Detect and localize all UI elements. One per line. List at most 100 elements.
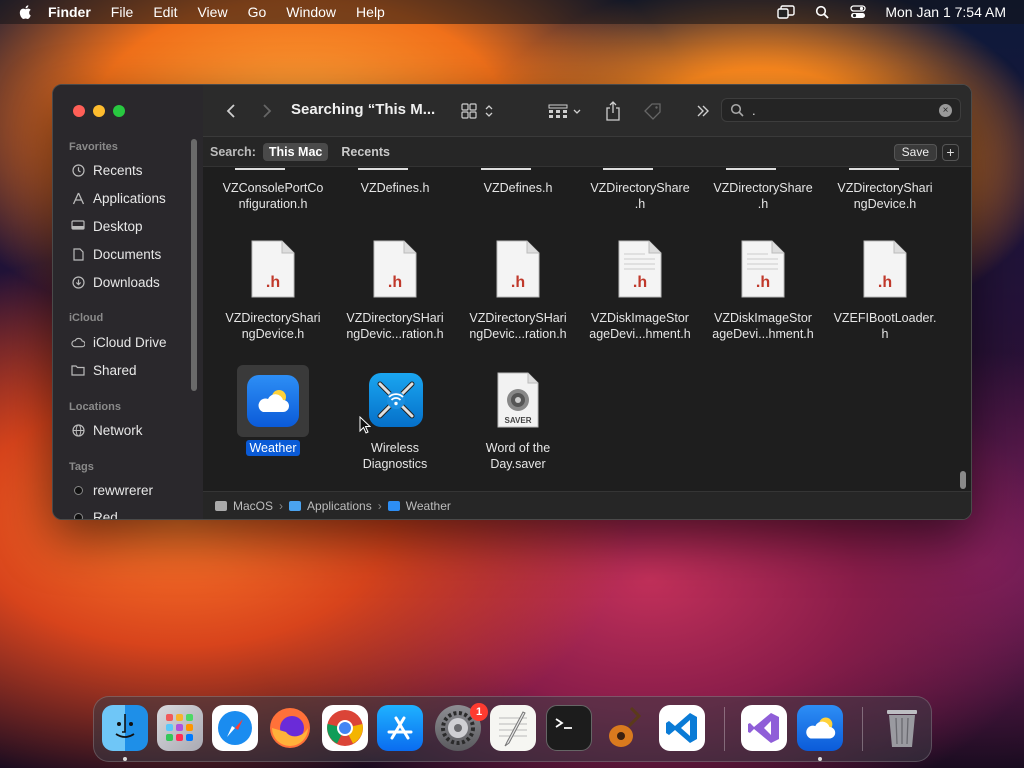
file-item[interactable]: VZConsolePortCo nfiguration.h	[213, 180, 333, 212]
menu-help[interactable]: Help	[356, 4, 385, 20]
share-button[interactable]	[601, 99, 625, 123]
dock-chrome-icon[interactable]	[322, 705, 368, 751]
forward-button[interactable]	[257, 99, 277, 123]
file-icon-partial	[235, 168, 285, 170]
sidebar-item-shared[interactable]: Shared	[71, 359, 137, 381]
view-mode-button[interactable]	[458, 99, 498, 123]
menu-file[interactable]: File	[111, 4, 134, 20]
minimize-button[interactable]	[93, 105, 105, 117]
sidebar-item-recents[interactable]: Recents	[71, 159, 143, 181]
dock-garageband-icon[interactable]	[602, 705, 648, 751]
vertical-scrollbar[interactable]	[959, 169, 967, 491]
tag-icon	[644, 103, 661, 120]
dock-visual-studio-icon[interactable]	[741, 705, 787, 751]
folder-icon	[289, 500, 302, 511]
search-input[interactable]: .	[752, 103, 756, 118]
chevron-left-icon	[226, 104, 235, 118]
file-item[interactable]: VZEFIBootLoader. h	[825, 310, 945, 342]
dock-trash-icon[interactable]	[879, 705, 925, 751]
sidebar-item-network[interactable]: Network	[71, 419, 143, 441]
sidebar-tag-red[interactable]: Red	[71, 506, 118, 519]
dock-divider	[724, 707, 725, 751]
running-indicator	[123, 757, 127, 761]
sidebar-tag-rewwrerer[interactable]: rewwrerer	[71, 479, 153, 501]
sidebar-item-applications[interactable]: Applications	[71, 187, 166, 209]
menu-edit[interactable]: Edit	[153, 4, 177, 20]
file-item[interactable]: VZDirectorySHari ngDevic...ration.h	[458, 310, 578, 342]
sidebar-item-label: Recents	[93, 162, 143, 178]
file-icon-partial	[358, 168, 408, 170]
close-button[interactable]	[73, 105, 85, 117]
clear-search-icon[interactable]: ×	[939, 104, 952, 117]
menu-view[interactable]: View	[197, 4, 227, 20]
dock-safari-icon[interactable]	[212, 705, 258, 751]
file-item[interactable]: VZDiskImageStor ageDevi...hment.h	[703, 310, 823, 342]
tags-button[interactable]	[641, 99, 665, 123]
sidebar-item-downloads[interactable]: Downloads	[71, 271, 160, 293]
path-segment[interactable]: Applications	[307, 499, 372, 513]
sidebar-item-icloud-drive[interactable]: iCloud Drive	[71, 331, 167, 353]
file-item[interactable]: VZDefines.h	[335, 180, 455, 196]
save-search-button[interactable]: Save	[893, 144, 937, 161]
file-item[interactable]: VZDirectoryShare .h	[703, 180, 823, 212]
file-item[interactable]: VZDefines.h	[458, 180, 578, 196]
scroll-thumb[interactable]	[960, 471, 966, 489]
menu-app-name[interactable]: Finder	[48, 4, 91, 20]
dock-terminal-icon[interactable]	[546, 705, 592, 751]
dock-app-store-icon[interactable]	[377, 705, 423, 751]
globe-icon	[71, 423, 85, 437]
sidebar-scrollbar[interactable]	[191, 139, 197, 391]
add-criteria-button[interactable]: +	[942, 144, 959, 161]
file-item[interactable]: VZDiskImageStor ageDevi...hment.h	[580, 310, 700, 342]
dock-vscode-icon[interactable]	[659, 705, 705, 751]
dock: 1	[93, 696, 932, 762]
group-by-button[interactable]	[546, 99, 586, 123]
path-segment[interactable]: MacOS	[233, 499, 273, 513]
scope-recents[interactable]: Recents	[335, 143, 396, 161]
header-file-icon[interactable]: .h	[495, 240, 541, 298]
header-file-icon[interactable]: .h	[740, 240, 786, 298]
file-item-selected[interactable]: Weather	[213, 440, 333, 456]
scope-this-mac[interactable]: This Mac	[262, 142, 329, 161]
control-center-icon[interactable]	[849, 5, 867, 19]
more-toolbar-button[interactable]	[693, 99, 713, 123]
file-item[interactable]: VZDirectorySHari ngDevic...ration.h	[335, 310, 455, 342]
file-item[interactable]: Wireless Diagnostics	[335, 440, 455, 472]
menu-go[interactable]: Go	[248, 4, 267, 20]
dock-textedit-icon[interactable]	[490, 705, 536, 751]
sidebar-item-label: Desktop	[93, 218, 143, 234]
apple-menu-icon[interactable]	[18, 4, 34, 20]
menu-clock[interactable]: Mon Jan 1 7:54 AM	[885, 4, 1006, 20]
sidebar-item-documents[interactable]: Documents	[71, 243, 161, 265]
weather-app-icon[interactable]	[247, 375, 299, 427]
tag-dot-icon	[71, 510, 85, 519]
dock-firefox-icon[interactable]	[267, 705, 313, 751]
menu-window[interactable]: Window	[286, 4, 336, 20]
share-icon	[606, 101, 620, 121]
spotlight-search-icon[interactable]	[813, 5, 831, 19]
search-field[interactable]: . ×	[721, 98, 961, 122]
window-controls	[73, 105, 125, 117]
screensaver-file-icon[interactable]: SAVER	[496, 372, 540, 428]
sidebar-locations-header: Locations	[69, 401, 121, 413]
file-item[interactable]: VZDirectoryShari ngDevice.h	[825, 180, 945, 212]
path-segment[interactable]: Weather	[406, 499, 451, 513]
chevron-double-right-icon	[697, 105, 709, 117]
header-file-icon[interactable]: .h	[372, 240, 418, 298]
screen-mirroring-icon[interactable]	[777, 5, 796, 19]
header-file-icon[interactable]: .h	[250, 240, 296, 298]
file-item[interactable]: VZDirectoryShari ngDevice.h	[213, 310, 333, 342]
sidebar-item-desktop[interactable]: Desktop	[71, 215, 143, 237]
file-ext-label: .h	[265, 274, 281, 291]
back-button[interactable]	[221, 99, 241, 123]
file-item[interactable]: Word of the Day.saver	[458, 440, 578, 472]
window-title: Searching “This M...	[291, 101, 436, 118]
wireless-diagnostics-app-icon[interactable]	[369, 373, 423, 427]
header-file-icon[interactable]: .h	[862, 240, 908, 298]
dock-finder-icon[interactable]	[102, 705, 148, 751]
dock-launchpad-icon[interactable]	[157, 705, 203, 751]
file-item[interactable]: VZDirectoryShare .h	[580, 180, 700, 212]
zoom-button[interactable]	[113, 105, 125, 117]
header-file-icon[interactable]: .h	[617, 240, 663, 298]
dock-weather-icon[interactable]	[797, 705, 843, 751]
